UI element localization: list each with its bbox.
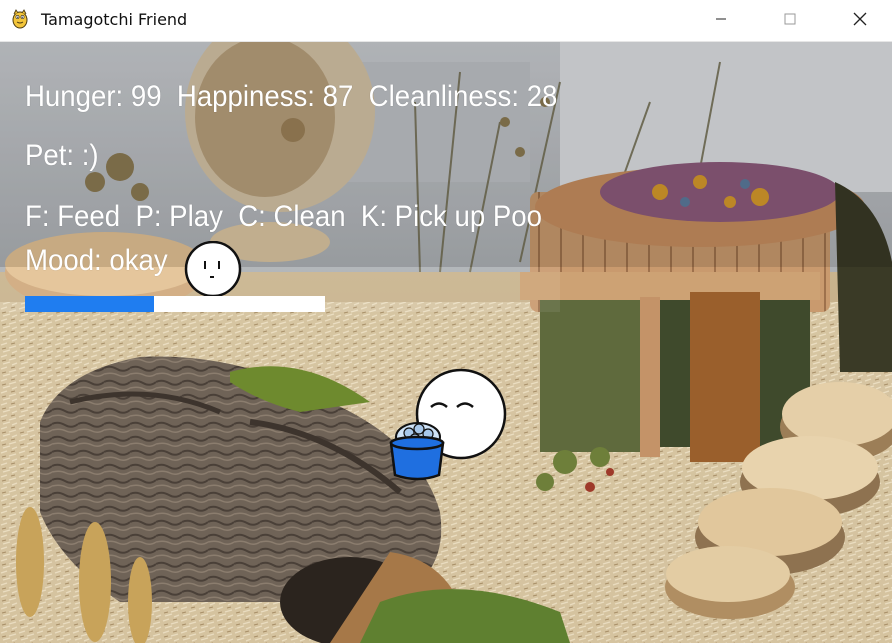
maximize-button[interactable] xyxy=(767,0,813,38)
close-button[interactable] xyxy=(837,0,883,38)
game-window: Tamagotchi Friend Hunger: 99 Happiness: … xyxy=(0,0,892,643)
stats-text: Hunger: 99 Happiness: 87 Cleanliness: 28 xyxy=(25,80,558,113)
controls-help-text: F: Feed P: Play C: Clean K: Pick up Poo xyxy=(25,200,542,233)
minimize-icon xyxy=(716,18,726,20)
food-bowl-icon xyxy=(389,422,445,481)
pet-status-text: Pet: :) xyxy=(25,139,99,172)
window-title: Tamagotchi Friend xyxy=(41,10,188,29)
mood-progress-bar xyxy=(25,296,325,312)
game-canvas[interactable]: Hunger: 99 Happiness: 87 Cleanliness: 28… xyxy=(0,42,892,643)
title-bar[interactable]: Tamagotchi Friend xyxy=(0,0,892,42)
hamster-enclosure-background xyxy=(0,42,892,643)
pet-blob-eating-icon[interactable] xyxy=(385,367,510,487)
maximize-icon xyxy=(784,13,796,25)
mood-progress-fill xyxy=(25,296,154,312)
mood-text: Mood: okay xyxy=(25,244,168,277)
close-icon xyxy=(853,12,867,26)
app-icon xyxy=(12,9,28,29)
minimize-button[interactable] xyxy=(698,0,744,38)
neutral-face-icon xyxy=(184,241,242,297)
